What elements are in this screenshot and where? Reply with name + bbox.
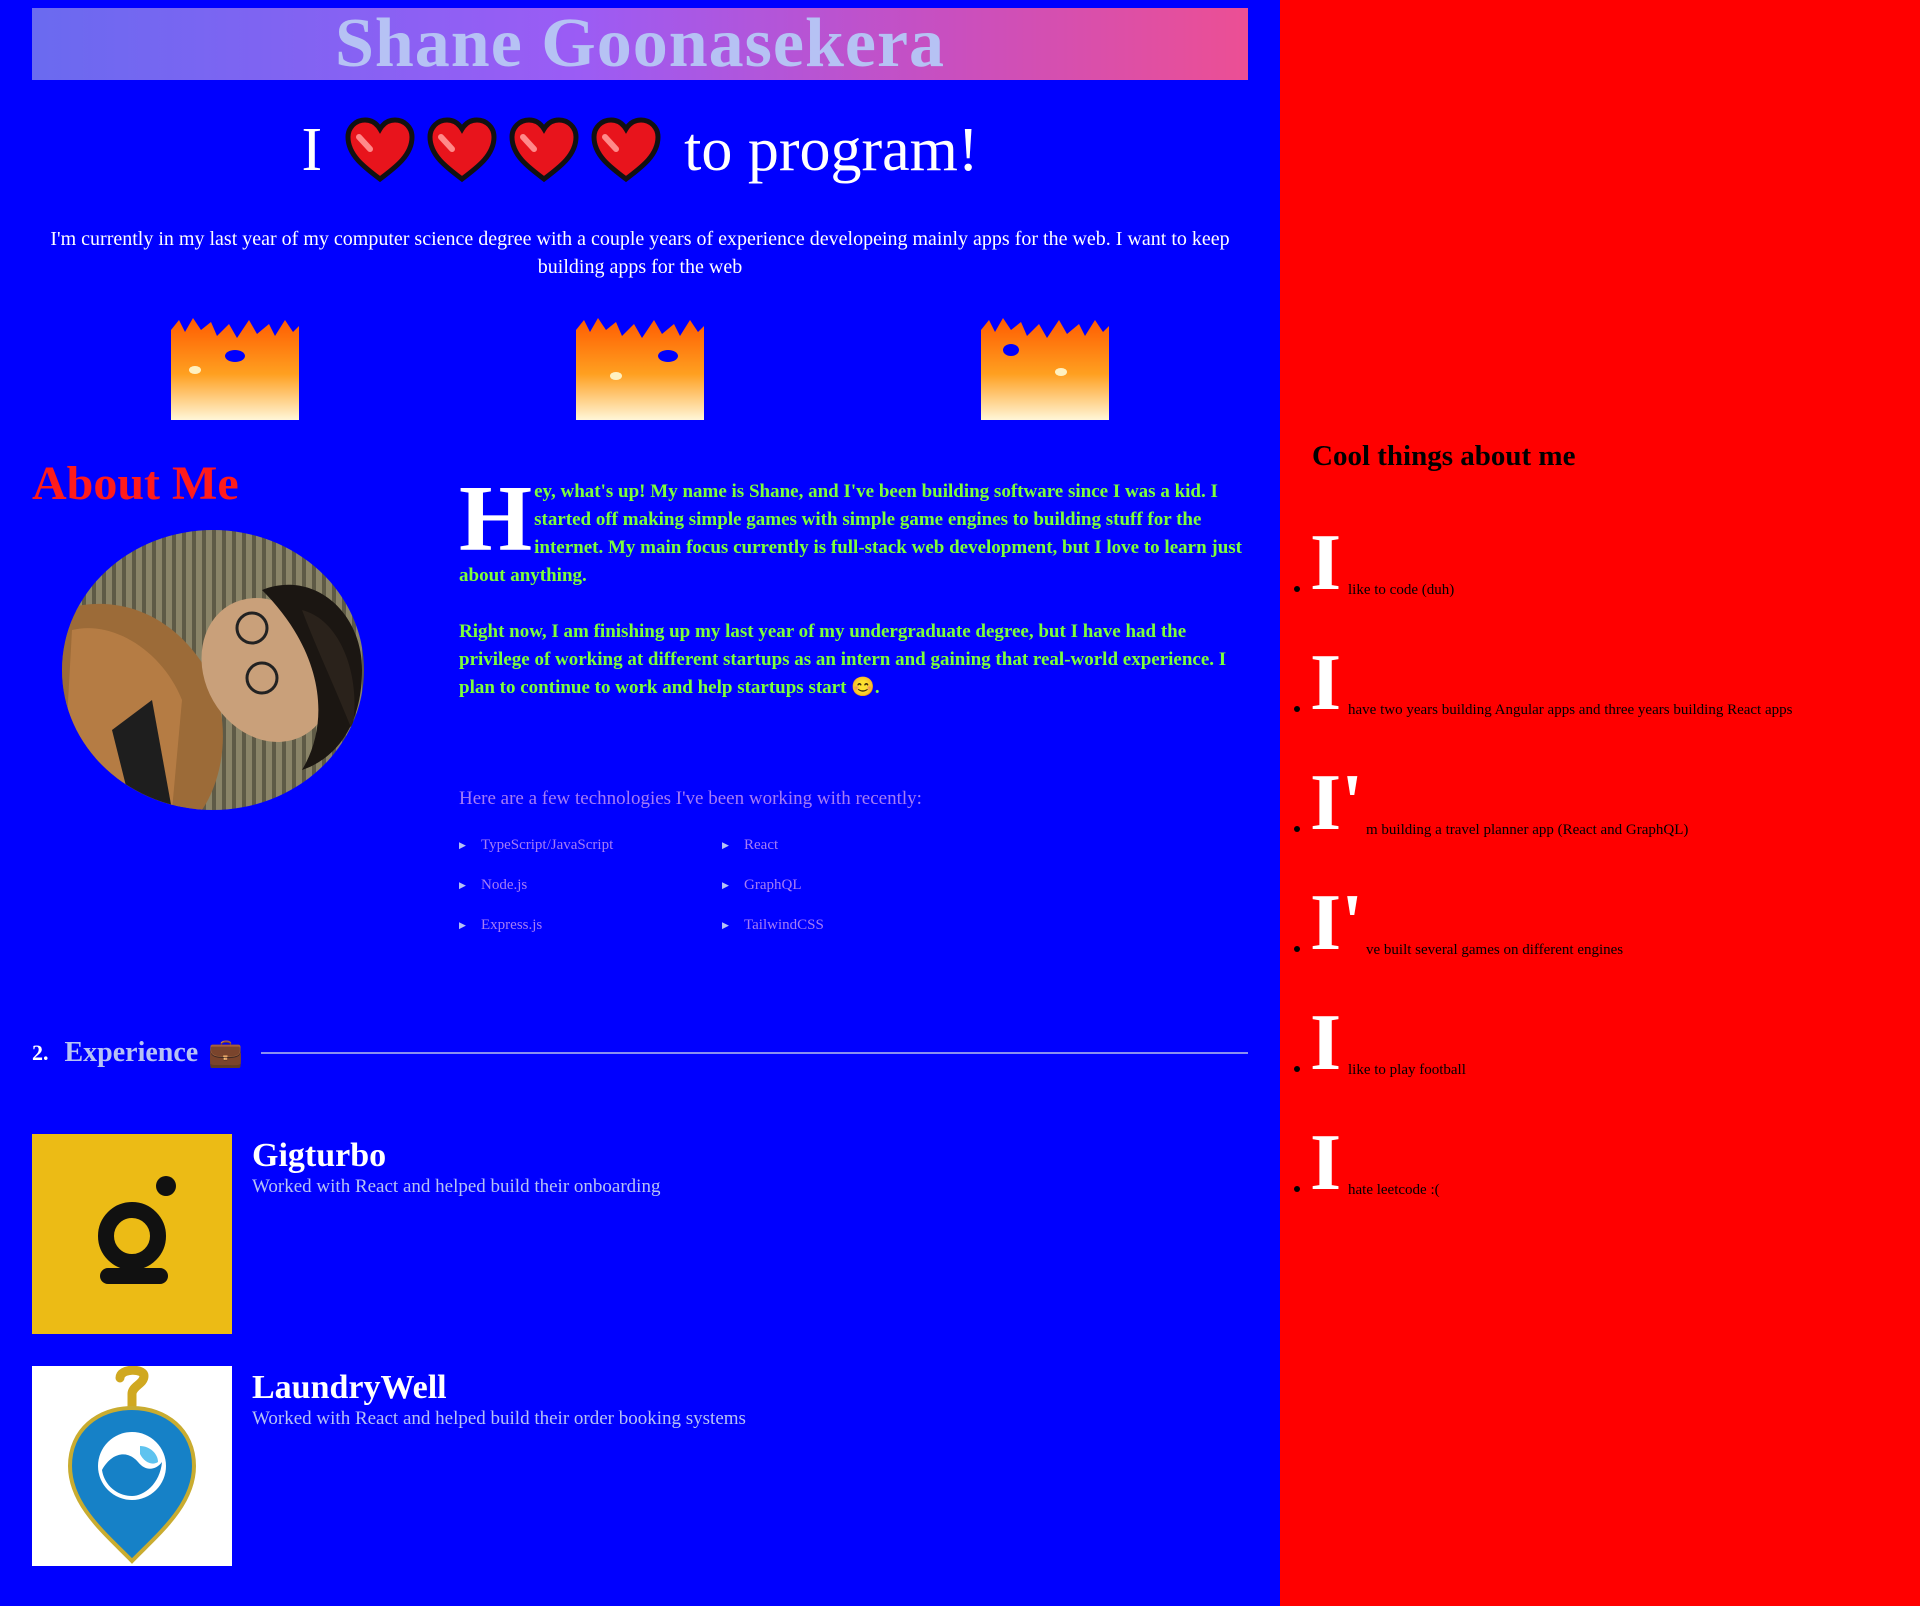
list-item: I' m building a travel planner app (Reac…: [1280, 760, 1920, 890]
triangle-bullet-icon: ▶: [722, 840, 729, 850]
sidebar: Cool things about me I like to code (duh…: [1280, 0, 1920, 1606]
hearts-row: [344, 117, 662, 183]
love-suffix: to program!: [684, 116, 979, 184]
triangle-bullet-icon: ▶: [459, 840, 466, 850]
dropcap: I': [1310, 759, 1364, 847]
main-content: Shane Goonasekera I to program! I'm curr…: [0, 0, 1280, 1606]
cool-things-list: I like to code (duh) I have two years bu…: [1280, 520, 1920, 1250]
list-item: I like to play football: [1280, 1000, 1920, 1130]
job-name: LaundryWell: [252, 1369, 447, 1406]
dropcap: H: [459, 467, 533, 571]
love-tagline: I to program!: [0, 112, 1280, 188]
triangle-bullet-icon: ▶: [459, 880, 466, 890]
job-card-gigturbo: Gigturbo Worked with React and helped bu…: [32, 1134, 1248, 1334]
list-item: ▶ TypeScript/JavaScript: [459, 834, 722, 856]
profile-photo: [62, 530, 364, 810]
fire-icon: [981, 318, 1109, 420]
dropcap: I: [1310, 639, 1342, 727]
about-paragraph-2: Right now, I am finishing up my last yea…: [459, 621, 1227, 698]
dropcap: I': [1310, 879, 1364, 967]
heart-icon: [509, 117, 579, 183]
triangle-bullet-icon: ▶: [722, 880, 729, 890]
briefcase-icon: 💼: [208, 1038, 244, 1069]
list-item: ▶ Node.js: [459, 874, 722, 896]
list-item: ▶ TailwindCSS: [722, 914, 985, 936]
job-card-laundrywell: LaundryWell Worked with React and helped…: [32, 1366, 1248, 1566]
about-title: About Me: [32, 457, 239, 510]
bullet: [1294, 1186, 1300, 1192]
fire-icon: [171, 318, 299, 420]
gigturbo-logo: [32, 1134, 232, 1334]
list-item: ▶ React: [722, 834, 985, 856]
bullet: [1294, 1066, 1300, 1072]
sidebar-title: Cool things about me: [1312, 440, 1576, 472]
about-body: H ey, what's up! My name is Shane, and I…: [459, 467, 1249, 730]
name-banner: Shane Goonasekera: [32, 8, 1248, 80]
laundrywell-logo: [32, 1366, 232, 1566]
heart-icon: [427, 117, 497, 183]
experience-title: Experience: [64, 1037, 199, 1068]
avatar: [62, 530, 364, 810]
intro-text: I'm currently in my last year of my comp…: [50, 228, 1230, 278]
tech-intro: Here are a few technologies I've been wo…: [459, 788, 922, 809]
bullet: [1294, 826, 1300, 832]
list-item: I have two years building Angular apps a…: [1280, 640, 1920, 770]
job-description: Worked with React and helped build their…: [252, 1176, 661, 1197]
dropcap: I: [1310, 1119, 1342, 1207]
divider: [261, 1052, 1248, 1054]
bullet: [1294, 946, 1300, 952]
list-item: ▶ GraphQL: [722, 874, 985, 896]
bullet: [1294, 586, 1300, 592]
fire-icon: [576, 318, 704, 420]
job-description: Worked with React and helped build their…: [252, 1408, 746, 1429]
site-name: Shane Goonasekera: [334, 5, 946, 82]
tech-list: ▶ TypeScript/JavaScript ▶ React ▶ Node.js ▶…: [459, 834, 985, 936]
list-item: I hate leetcode :(: [1280, 1120, 1920, 1250]
list-item: I like to code (duh): [1280, 520, 1920, 650]
list-item: I' ve built several games on different e…: [1280, 880, 1920, 1010]
heart-icon: [345, 117, 415, 183]
list-item: ▶ Express.js: [459, 914, 722, 936]
triangle-bullet-icon: ▶: [722, 920, 729, 930]
bullet: [1294, 706, 1300, 712]
dropcap: I: [1310, 999, 1342, 1087]
heart-icon: [591, 117, 661, 183]
about-paragraph-1: H ey, what's up! My name is Shane, and I…: [459, 467, 1242, 586]
job-name: Gigturbo: [252, 1137, 387, 1174]
love-prefix: I: [301, 116, 323, 184]
section-number: 2.: [32, 1040, 49, 1065]
dropcap: I: [1310, 519, 1342, 607]
experience-header: 2. Experience 💼: [32, 1035, 1248, 1071]
triangle-bullet-icon: ▶: [459, 920, 466, 930]
